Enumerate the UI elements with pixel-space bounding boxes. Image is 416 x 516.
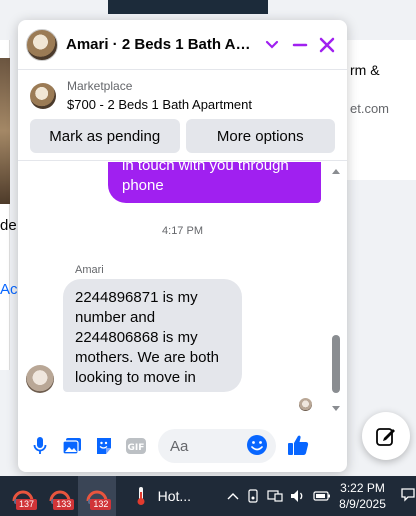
taskbar-clock[interactable]: 3:22 PM 8/9/2025 [337, 480, 388, 512]
device-icon[interactable] [246, 489, 260, 503]
speaker-icon[interactable] [290, 489, 306, 503]
sender-avatar[interactable] [26, 365, 54, 393]
gif-icon[interactable]: GIF [124, 434, 148, 458]
microphone-icon[interactable] [28, 434, 52, 458]
chat-window: Amari · 2 Beds 1 Bath Apartment Marketpl… [18, 20, 347, 472]
network-icon[interactable] [267, 489, 283, 503]
marketplace-label: Marketplace [67, 79, 133, 93]
scroll-down-arrow[interactable] [332, 406, 340, 411]
thermometer-icon [137, 487, 145, 505]
background-text-fragment: de [0, 217, 17, 234]
outgoing-message[interactable]: in touch with you through phone [108, 162, 321, 203]
clock-time: 3:22 PM [340, 481, 385, 495]
new-message-button[interactable] [362, 412, 410, 460]
notification-badge: 132 [90, 499, 112, 510]
taskbar-app-browser[interactable]: 137 [4, 476, 41, 516]
taskbar-weather-widget[interactable]: Hot... [134, 486, 191, 506]
sticker-icon[interactable] [92, 434, 116, 458]
weather-text: Hot... [157, 488, 192, 504]
message-timestamp: 4:17 PM [162, 225, 203, 237]
scrollbar[interactable] [331, 167, 341, 413]
message-list: in touch with you through phone 4:17 PM … [18, 162, 347, 416]
like-thumbs-up-icon[interactable] [286, 433, 312, 459]
background-header-strip [108, 0, 268, 14]
photo-icon[interactable] [60, 434, 84, 458]
background-link-fragment[interactable]: Ac [0, 281, 18, 298]
minimize-icon[interactable] [288, 33, 312, 57]
chat-title[interactable]: Amari · 2 Beds 1 Bath Apartment [66, 36, 256, 53]
notification-center-icon[interactable] [400, 486, 416, 507]
notification-badge: 137 [16, 499, 38, 510]
battery-icon[interactable] [313, 490, 331, 502]
background-thumbnail[interactable] [0, 58, 10, 204]
notification-badge: 133 [53, 499, 75, 510]
close-icon[interactable] [315, 33, 339, 57]
listing-avatar[interactable] [26, 28, 58, 61]
listing-title[interactable]: $700 - 2 Beds 1 Bath Apartment [67, 97, 252, 112]
taskbar-app-browser[interactable]: 133 [41, 476, 78, 516]
system-tray [227, 489, 331, 503]
chevron-up-icon[interactable] [227, 491, 239, 501]
svg-text:GIF: GIF [128, 443, 145, 453]
taskbar-app-browser-active[interactable]: 132 [78, 476, 116, 516]
emoji-icon[interactable] [246, 434, 270, 458]
listing-thumbnail[interactable] [30, 82, 56, 109]
clock-date: 8/9/2025 [339, 497, 386, 511]
chevron-down-icon[interactable] [260, 33, 284, 57]
message-composer: GIF [18, 424, 347, 468]
message-input-box[interactable] [158, 429, 276, 463]
incoming-message[interactable]: 2244896871 is my number and 2244806868 i… [63, 279, 242, 392]
compose-icon [376, 428, 395, 446]
seen-indicator-avatar [299, 398, 312, 411]
more-options-button[interactable]: More options [185, 119, 335, 153]
background-text-fragment: rm & [350, 62, 380, 78]
chat-header: Amari · 2 Beds 1 Bath Apartment [18, 20, 347, 70]
windows-taskbar: 137 133 132 Hot... 3:22 PM 8/9/2025 [0, 476, 416, 516]
marketplace-panel: Marketplace $700 - 2 Beds 1 Bath Apartme… [18, 71, 347, 161]
mark-as-pending-button[interactable]: Mark as pending [30, 119, 180, 153]
scroll-up-arrow[interactable] [332, 169, 340, 174]
sender-name: Amari [75, 264, 104, 276]
background-text-fragment: et.com [350, 101, 390, 116]
scrollbar-thumb[interactable] [332, 335, 340, 393]
